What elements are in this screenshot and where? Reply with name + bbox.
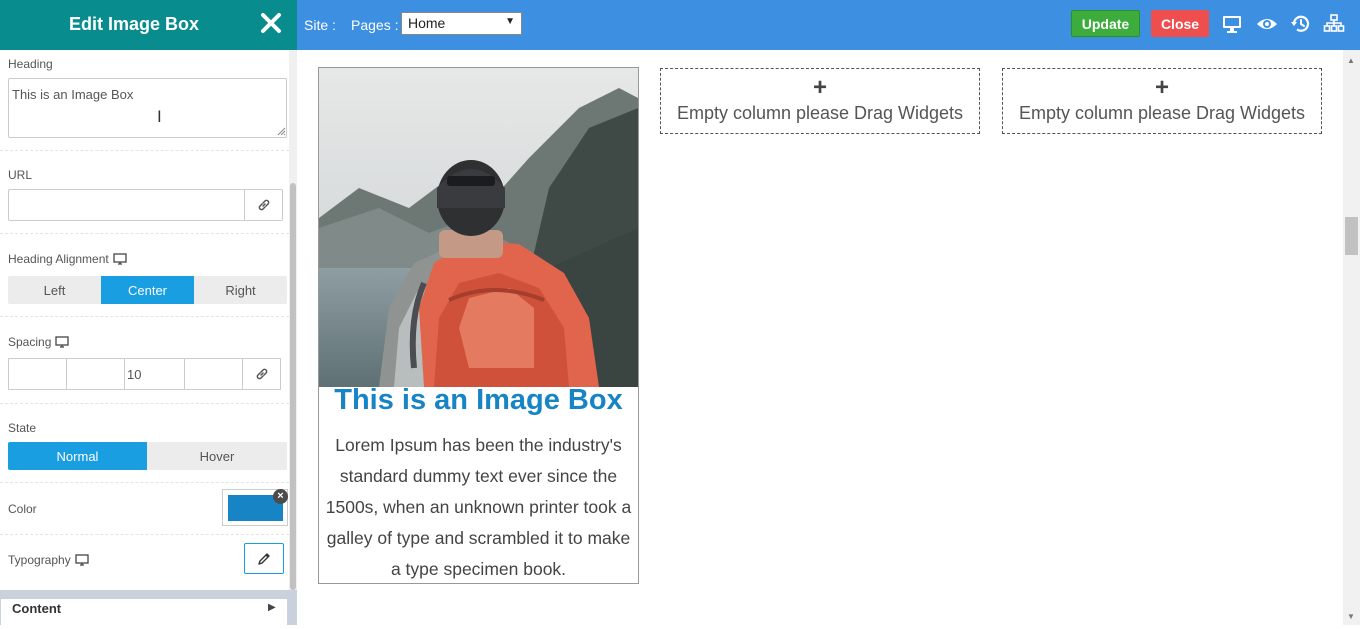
image-box-description: Lorem Ipsum has been the industry's stan… — [325, 435, 632, 579]
divider — [0, 403, 289, 404]
pages-select[interactable]: Home ▼ — [401, 12, 522, 35]
empty-column-message: Empty column please Drag Widgets — [1018, 103, 1306, 123]
heading-label: Heading — [8, 57, 53, 71]
color-label-text: Color — [8, 502, 37, 516]
caret-right-icon: ▶ — [268, 602, 276, 613]
update-button[interactable]: Update — [1071, 10, 1140, 37]
typography-label-text: Typography — [8, 553, 71, 567]
divider — [0, 482, 289, 483]
heading-alignment-label-text: Heading Alignment — [8, 252, 109, 266]
url-label-text: URL — [8, 168, 33, 182]
divider — [0, 534, 289, 535]
empty-column-drop-zone[interactable]: + Empty column please Drag Widgets — [660, 68, 980, 134]
color-label: Color — [8, 502, 37, 516]
state-normal-button[interactable]: Normal — [8, 442, 147, 470]
state-label: State — [8, 421, 36, 435]
heading-alignment-toggle: Left Center Right — [8, 276, 287, 304]
state-toggle: Normal Hover — [8, 442, 287, 470]
align-left-button[interactable]: Left — [8, 276, 101, 304]
content-section: Content ▶ — [0, 590, 297, 629]
panel-scrollbar-thumb[interactable] — [290, 183, 296, 590]
divider — [0, 233, 289, 234]
image-box-title: This is an Image Box — [334, 384, 623, 416]
state-hover-button[interactable]: Hover — [147, 442, 287, 470]
align-right-button[interactable]: Right — [194, 276, 287, 304]
close-button[interactable]: Close — [1151, 10, 1209, 37]
dropdown-arrow-icon: ▼ — [505, 16, 515, 27]
desktop-icon[interactable] — [55, 336, 70, 348]
sitemap-icon[interactable] — [1322, 12, 1346, 36]
scroll-up-arrow-icon[interactable]: ▲ — [1347, 56, 1355, 65]
edit-panel: Edit Image Box Heading This is an Image … — [0, 0, 297, 629]
close-icon[interactable] — [259, 10, 283, 36]
spacing-link-button[interactable] — [242, 358, 281, 390]
pencil-icon — [258, 552, 270, 565]
spacing-label-text: Spacing — [8, 335, 52, 349]
link-icon — [256, 368, 267, 380]
pages-label: Pages : — [351, 17, 399, 33]
url-input[interactable] — [8, 189, 245, 221]
site-label: Site : — [304, 17, 336, 33]
heading-alignment-label: Heading Alignment — [8, 252, 127, 266]
state-label-text: State — [8, 421, 37, 435]
spacing-label: Spacing — [8, 335, 70, 349]
plus-icon: + — [812, 74, 827, 101]
url-label: URL — [8, 168, 32, 182]
spacing-right-input[interactable] — [66, 358, 125, 390]
page-scrollbar[interactable] — [1343, 50, 1360, 625]
desktop-icon[interactable] — [1220, 12, 1244, 36]
divider — [0, 316, 289, 317]
panel-title: Edit Image Box — [68, 14, 200, 34]
spacing-top-input[interactable] — [8, 358, 67, 390]
pages-select-value: Home — [408, 15, 446, 31]
divider — [0, 150, 289, 151]
empty-column-drop-zone[interactable]: + Empty column please Drag Widgets — [1002, 68, 1322, 134]
spacing-bottom-input[interactable] — [124, 358, 185, 390]
plus-icon: + — [1154, 74, 1169, 101]
desktop-icon[interactable] — [113, 253, 127, 265]
typography-label: Typography — [8, 553, 89, 567]
eye-icon[interactable] — [1255, 12, 1279, 36]
scroll-down-arrow-icon[interactable]: ▼ — [1347, 612, 1355, 621]
image-box-photo — [319, 68, 638, 387]
clear-color-icon[interactable]: × — [273, 489, 288, 504]
top-toolbar: Site : Pages : Home ▼ Update Close — [297, 0, 1360, 50]
resize-grip-icon[interactable] — [276, 126, 286, 136]
desktop-icon[interactable] — [75, 554, 89, 566]
history-icon[interactable] — [1289, 12, 1313, 36]
typography-edit-button[interactable] — [244, 543, 284, 574]
link-icon — [258, 199, 269, 211]
spacing-left-input[interactable] — [184, 358, 243, 390]
content-section-label: Content — [12, 601, 62, 616]
align-center-button[interactable]: Center — [101, 276, 194, 304]
page-scrollbar-thumb[interactable] — [1345, 217, 1358, 255]
image-box-widget[interactable]: This is an Image Box Lorem Ipsum has bee… — [318, 67, 639, 584]
url-link-button[interactable] — [244, 189, 283, 221]
heading-textarea[interactable]: This is an Image Box — [8, 78, 287, 138]
text-cursor-icon: I — [157, 107, 162, 126]
empty-column-message: Empty column please Drag Widgets — [676, 103, 964, 123]
heading-label-text: Heading — [8, 57, 53, 71]
panel-header: Edit Image Box — [0, 0, 297, 50]
